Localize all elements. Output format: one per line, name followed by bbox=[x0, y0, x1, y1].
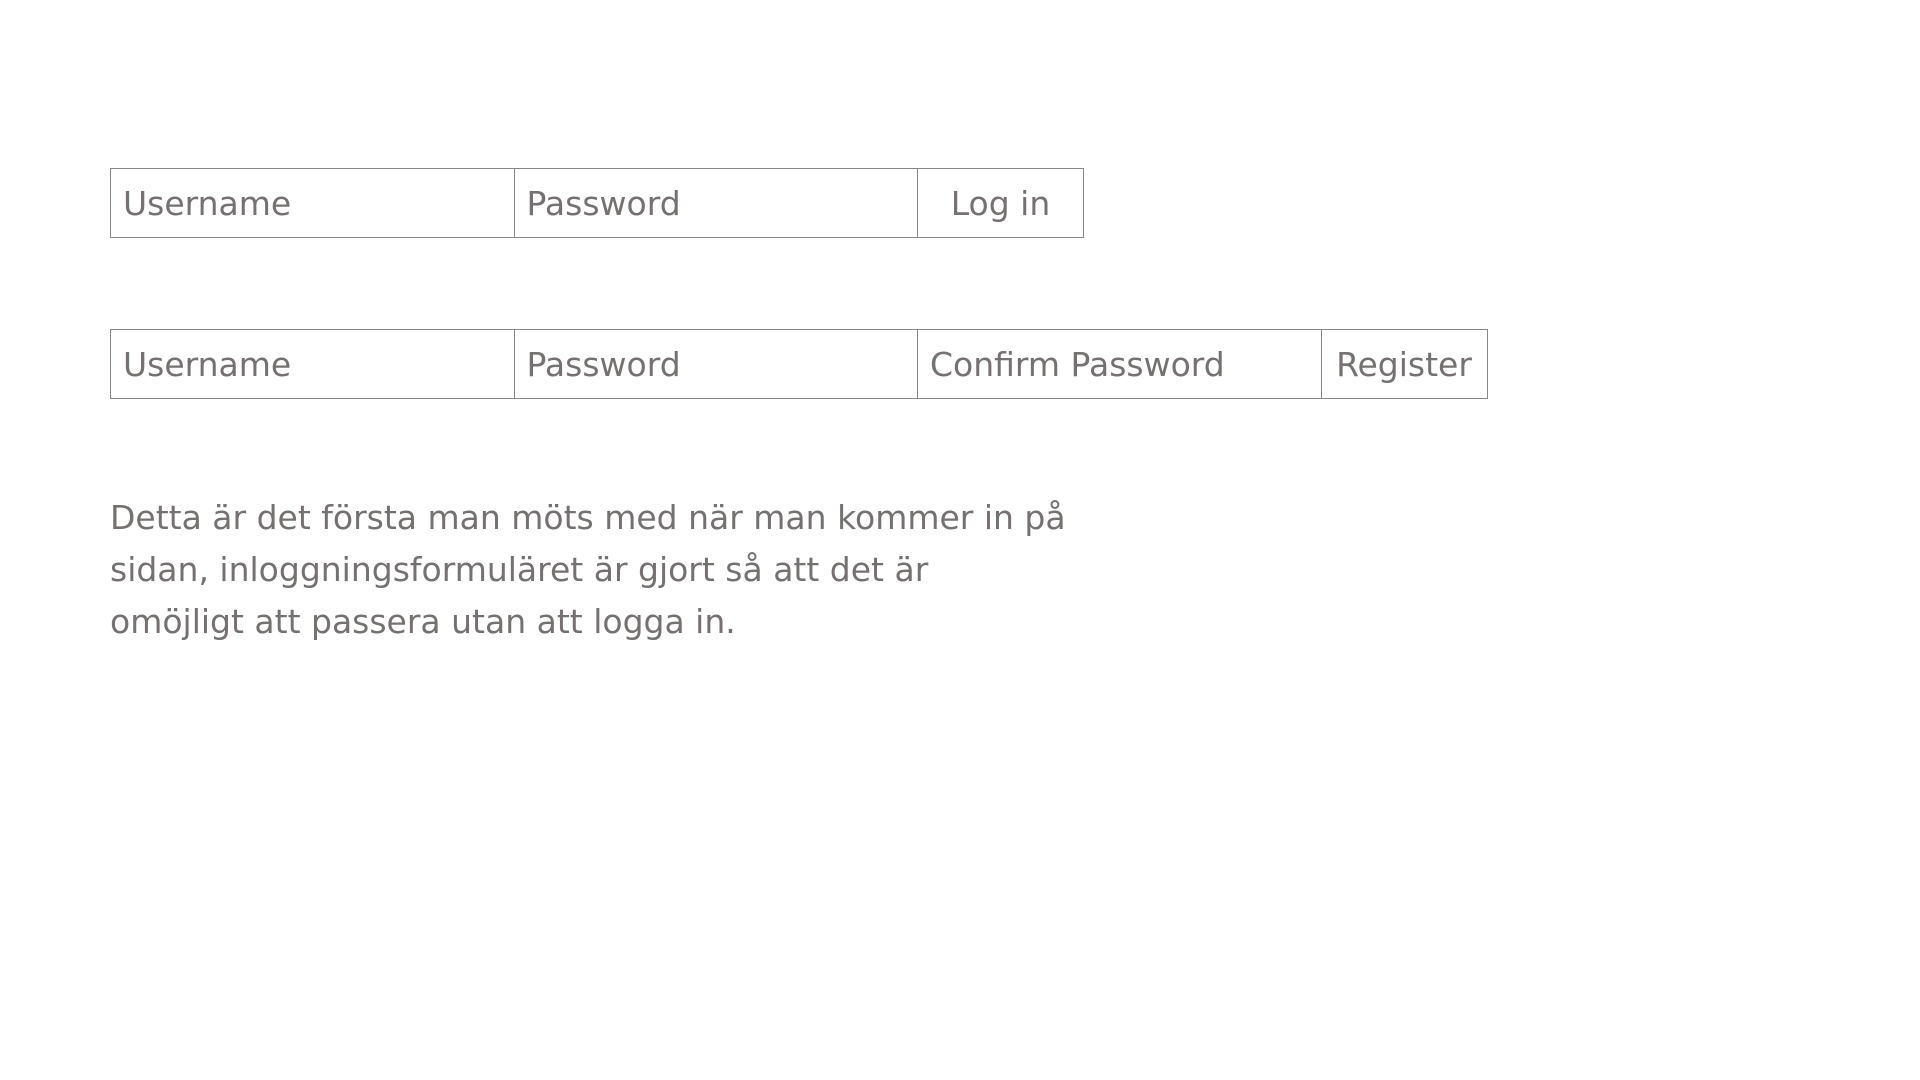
login-password-input[interactable] bbox=[513, 168, 919, 238]
login-username-input[interactable] bbox=[110, 168, 515, 238]
login-form: Log in bbox=[110, 168, 1084, 238]
register-form: Register bbox=[110, 329, 1488, 399]
register-password-input[interactable] bbox=[513, 329, 919, 399]
description-text: Detta är det första man möts med när man… bbox=[110, 498, 1066, 641]
register-username-input[interactable] bbox=[110, 329, 515, 399]
login-button[interactable]: Log in bbox=[917, 168, 1084, 238]
register-confirm-password-input[interactable] bbox=[917, 329, 1322, 399]
register-button[interactable]: Register bbox=[1320, 329, 1488, 399]
